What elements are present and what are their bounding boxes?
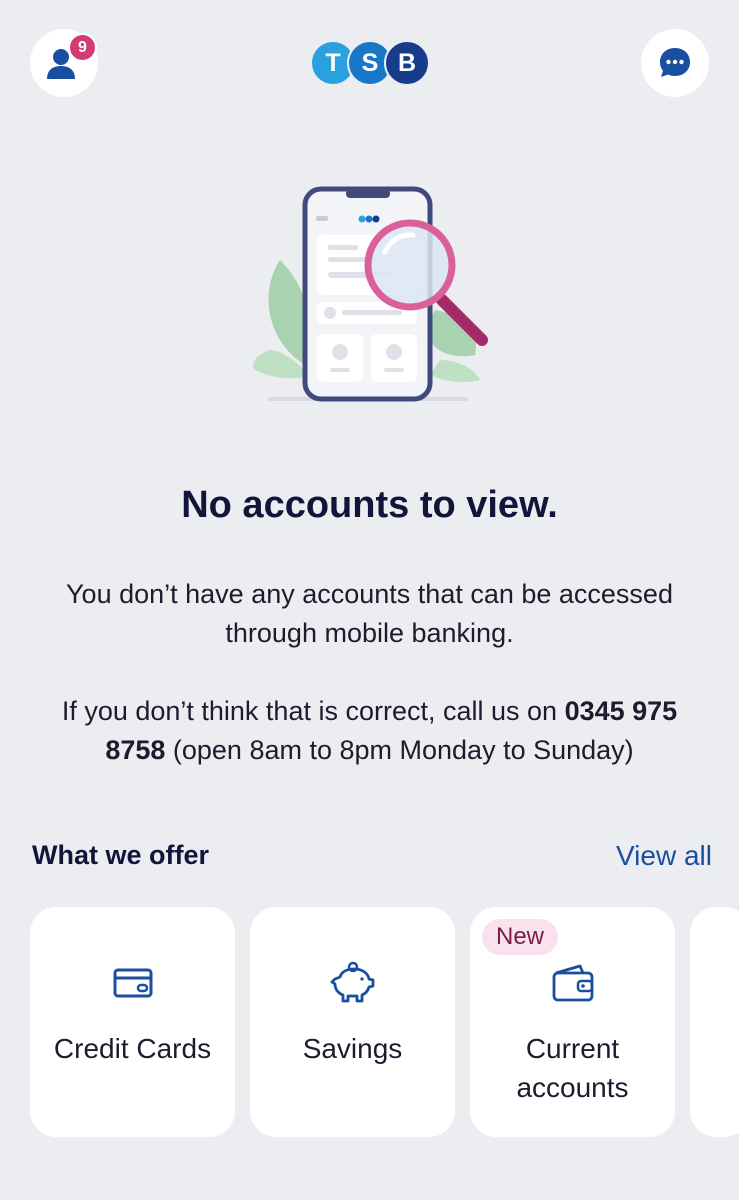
tsb-logo: T S B (310, 40, 430, 86)
new-badge: New (482, 919, 559, 955)
offers-section-title: What we offer (32, 840, 210, 870)
logo-letter-b: B (384, 40, 430, 86)
help-text: If you don’t think that is correct, call… (30, 692, 709, 770)
offer-card-current-accounts[interactable]: New Current accounts (470, 907, 675, 1137)
offer-card-credit-cards[interactable]: Credit Cards (30, 907, 235, 1137)
empty-state-illustration (250, 180, 500, 410)
header: 9 T S B (0, 0, 739, 130)
offer-card-label: Savings (302, 1033, 403, 1064)
notification-badge: 9 (68, 33, 97, 62)
empty-state-message: You don’t have any accounts that can be … (66, 579, 673, 648)
piggy-bank-icon (330, 961, 374, 1003)
offer-card-partial[interactable] (690, 907, 739, 1137)
chat-button[interactable] (641, 29, 709, 97)
offer-card-label: Credit Cards (53, 1033, 212, 1064)
offer-card-savings[interactable]: Savings (250, 907, 455, 1137)
wallet-icon (552, 964, 593, 1002)
credit-card-icon (113, 968, 152, 998)
empty-state-title: No accounts to view. (181, 484, 558, 526)
help-suffix: (open 8am to 8pm Monday to Sunday) (165, 735, 634, 765)
profile-button[interactable]: 9 (30, 29, 98, 97)
help-prefix: If you don’t think that is correct, call… (61, 696, 565, 726)
offer-card-label: Current accounts (516, 1033, 629, 1103)
chat-bubble-icon (660, 48, 690, 77)
view-all-link[interactable]: View all (616, 840, 712, 872)
